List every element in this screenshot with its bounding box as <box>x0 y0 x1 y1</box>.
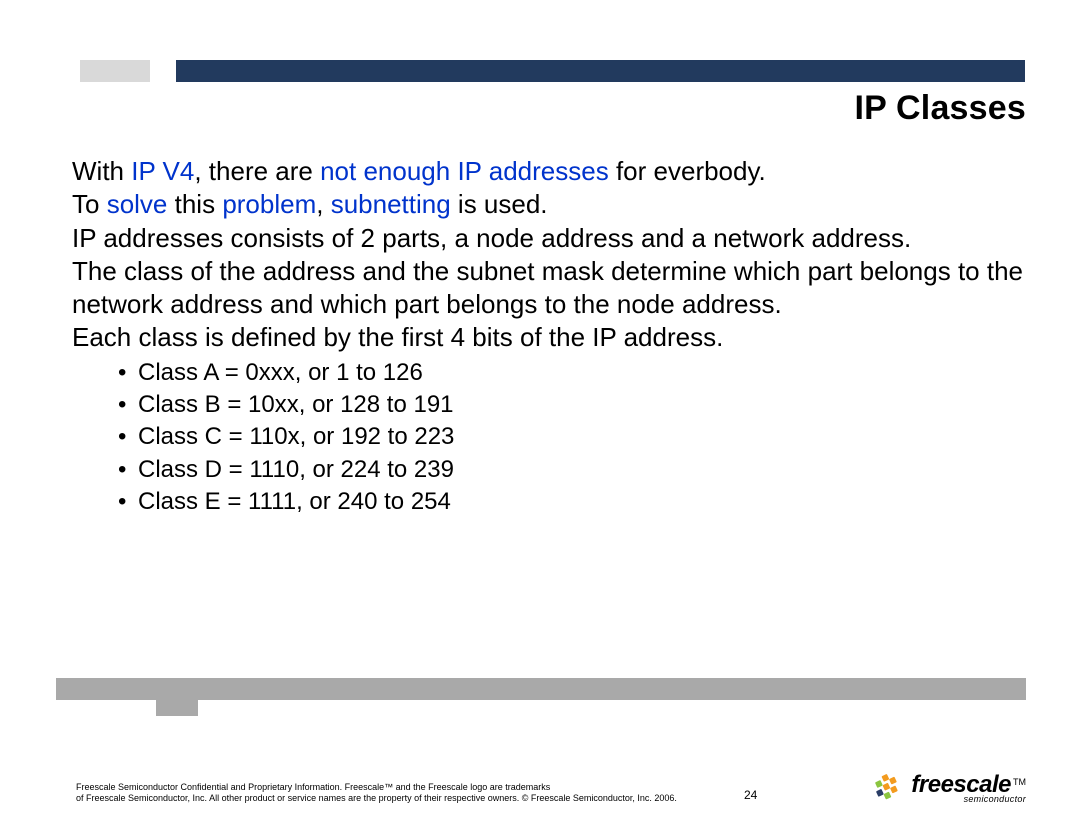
highlight-solve: solve <box>107 189 168 219</box>
class-list: Class A = 0xxx, or 1 to 126 Class B = 10… <box>112 357 1026 519</box>
list-item: Class A = 0xxx, or 1 to 126 <box>138 357 1026 389</box>
text: is used. <box>451 189 548 219</box>
footnote-line-2: of Freescale Semiconductor, Inc. All oth… <box>76 793 677 804</box>
freescale-logo-mark-icon <box>869 770 905 806</box>
highlight-subnetting: subnetting <box>331 189 451 219</box>
list-item: Class D = 1110, or 224 to 239 <box>138 454 1026 486</box>
logo-tm: TM <box>1013 777 1026 787</box>
list-item: Class C = 110x, or 192 to 223 <box>138 421 1026 453</box>
text: With <box>72 156 131 186</box>
slide-body: With IP V4, there are not enough IP addr… <box>72 155 1026 519</box>
highlight-not-enough: not enough IP addresses <box>320 156 609 186</box>
top-bar-grey <box>80 60 150 82</box>
slide-title: IP Classes <box>854 89 1026 128</box>
body-line-1: With IP V4, there are not enough IP addr… <box>72 155 1026 188</box>
text: , <box>316 189 330 219</box>
text: To <box>72 189 107 219</box>
freescale-logo-text: freescaleTM semiconductor <box>911 773 1026 804</box>
text: for everbody. <box>609 156 766 186</box>
text: , there are <box>194 156 320 186</box>
list-item: Class E = 1111, or 240 to 254 <box>138 486 1026 518</box>
slide: IP Classes With IP V4, there are not eno… <box>0 0 1080 834</box>
bottom-bar-notch <box>156 700 198 714</box>
body-line-3: IP addresses consists of 2 parts, a node… <box>72 222 1026 255</box>
freescale-logo: freescaleTM semiconductor <box>869 770 1026 806</box>
body-line-2: To solve this problem, subnetting is use… <box>72 188 1026 221</box>
highlight-ipv4: IP V4 <box>131 156 194 186</box>
footnote-line-1: Freescale Semiconductor Confidential and… <box>76 782 677 793</box>
text: this <box>167 189 222 219</box>
list-item: Class B = 10xx, or 128 to 191 <box>138 389 1026 421</box>
body-line-5: Each class is defined by the first 4 bit… <box>72 321 1026 354</box>
footnote: Freescale Semiconductor Confidential and… <box>76 782 677 805</box>
body-line-4: The class of the address and the subnet … <box>72 255 1026 322</box>
page-number: 24 <box>744 788 757 802</box>
highlight-problem: problem <box>222 189 316 219</box>
top-bar-navy <box>176 60 1025 82</box>
bottom-bar <box>56 678 1026 700</box>
